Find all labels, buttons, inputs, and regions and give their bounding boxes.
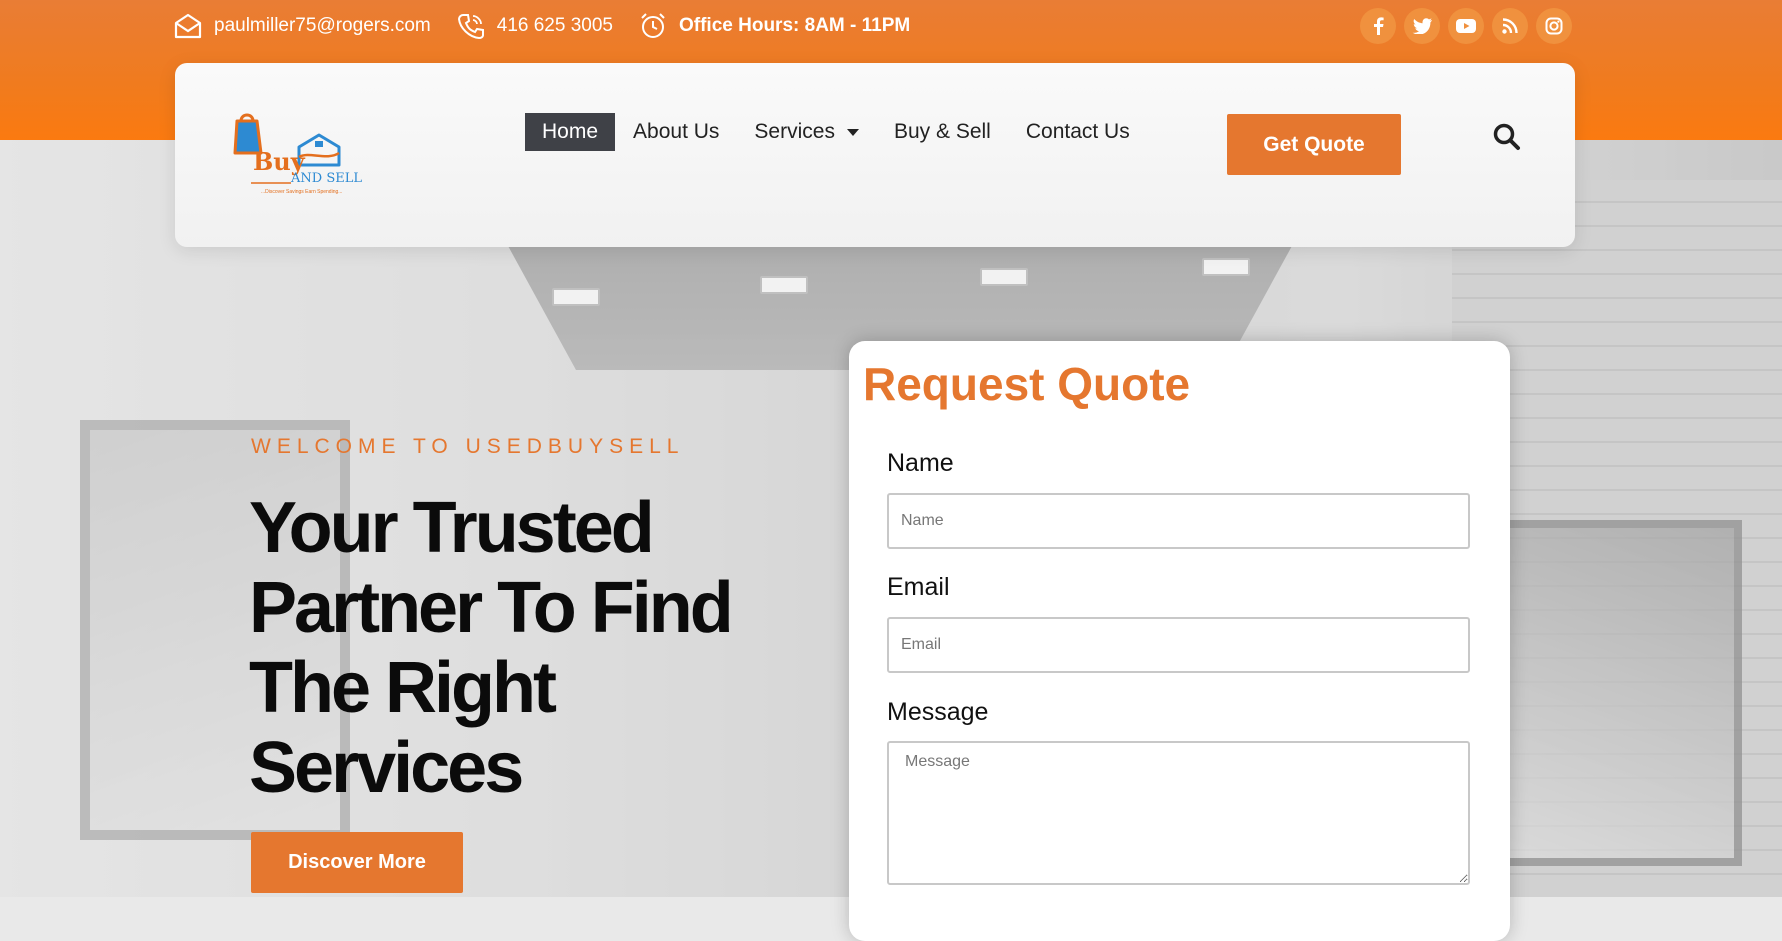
headline-line: Partner To Find [249, 568, 734, 648]
caret-down-icon [846, 128, 859, 136]
form-title: Request Quote [863, 358, 1191, 410]
email-input[interactable] [887, 617, 1470, 673]
contact-bar: paulmiller75@rogers.com 416 625 3005 Off… [174, 10, 936, 42]
alarm-clock-icon [641, 13, 665, 38]
nav-services[interactable]: Services [737, 113, 876, 151]
email-contact[interactable]: paulmiller75@rogers.com [174, 13, 431, 39]
name-label: Name [887, 449, 954, 477]
office-hours-text: Office Hours: 8AM - 11PM [679, 15, 911, 36]
search-button[interactable] [1491, 121, 1523, 153]
nav-contact-us-label: Contact Us [1025, 120, 1130, 143]
phone-text[interactable]: 416 625 3005 [497, 15, 613, 37]
headline-line: Your Trusted [249, 488, 655, 568]
hero-headline: Your Trusted Partner To Find The Right S… [249, 488, 809, 808]
nav-buy-sell-label: Buy & Sell [893, 120, 991, 143]
main-nav: Home About Us Services Buy & Sell Contac… [525, 113, 1148, 151]
facebook-icon[interactable] [1360, 8, 1396, 44]
headline-line: The Right [249, 648, 557, 728]
request-quote-form: Request Quote Name Email Message [849, 341, 1510, 941]
rss-icon[interactable] [1492, 8, 1528, 44]
nav-contact-us[interactable]: Contact Us [1009, 113, 1147, 151]
nav-home[interactable]: Home [525, 113, 616, 151]
logo-tagline: ...Discover Savings Earn Spending... [261, 189, 343, 195]
header-card: Buy AND SELL ...Discover Savings Earn Sp… [175, 63, 1575, 247]
discover-more-button[interactable]: Discover More [251, 832, 463, 893]
logo-text-and-sell: AND SELL [291, 171, 362, 186]
nav-about-us-label: About Us [633, 120, 720, 143]
phone-contact[interactable]: 416 625 3005 [457, 12, 613, 40]
search-icon [1493, 123, 1520, 150]
youtube-icon[interactable] [1448, 8, 1484, 44]
social-links [1360, 8, 1580, 44]
site-logo[interactable]: Buy AND SELL ...Discover Savings Earn Sp… [231, 113, 371, 195]
message-label: Message [887, 698, 989, 726]
office-hours: Office Hours: 8AM - 11PM [639, 12, 910, 40]
get-quote-button[interactable]: Get Quote [1227, 114, 1401, 175]
phone-icon [457, 14, 484, 40]
headline-line: Services [249, 728, 524, 808]
twitter-icon[interactable] [1404, 8, 1440, 44]
message-textarea[interactable] [887, 741, 1470, 885]
email-label: Email [887, 573, 950, 601]
instagram-icon[interactable] [1536, 8, 1572, 44]
hero-eyebrow: WELCOME TO USEDBUYSELL [251, 435, 685, 458]
nav-home-label: Home [542, 120, 599, 143]
name-input[interactable] [887, 493, 1470, 549]
nav-services-label: Services [754, 120, 835, 143]
email-text[interactable]: paulmiller75@rogers.com [214, 15, 431, 37]
envelope-icon [174, 13, 202, 39]
nav-buy-sell[interactable]: Buy & Sell [877, 113, 1008, 151]
nav-about-us[interactable]: About Us [616, 113, 736, 151]
